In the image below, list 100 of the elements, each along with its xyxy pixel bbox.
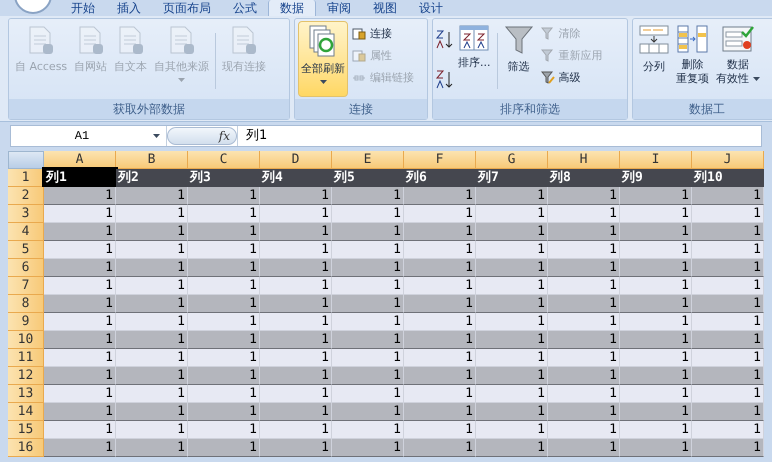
ribbon-tab[interactable]: 审阅 (316, 0, 362, 16)
table-cell: 1 (116, 241, 188, 259)
table-cell: 1 (620, 223, 692, 241)
table-cell: 1 (548, 421, 620, 439)
table-cell: 1 (476, 259, 548, 277)
row-header[interactable]: 9 (8, 313, 44, 331)
ribbon-button[interactable]: 连接 (349, 23, 417, 45)
ribbon-button[interactable]: 删除 重复项 (673, 21, 712, 97)
ribbon-button[interactable]: 高级 (538, 67, 606, 89)
ribbon-button[interactable]: 分列 (636, 21, 672, 97)
table-cell: 1 (692, 205, 764, 223)
table-cell: 列10 (692, 169, 764, 187)
row-header[interactable]: 14 (8, 403, 44, 421)
table-cell: 1 (188, 403, 260, 421)
table-cell: 1 (620, 241, 692, 259)
sort-descending-icon[interactable] (436, 69, 454, 89)
table-cell: 1 (548, 367, 620, 385)
row-header[interactable]: 8 (8, 295, 44, 313)
column-header[interactable]: I (620, 151, 692, 169)
table-cell: 1 (44, 187, 116, 205)
table-cell: 1 (476, 385, 548, 403)
table-cell: 1 (260, 295, 332, 313)
table-cell: 1 (620, 187, 692, 205)
table-cell: 1 (260, 421, 332, 439)
row-header[interactable]: 5 (8, 241, 44, 259)
insert-function-button[interactable]: fx (218, 127, 230, 145)
ribbon-tab[interactable]: 设计 (408, 0, 454, 16)
table-cell: 1 (404, 241, 476, 259)
ribbon-tab[interactable]: 页面布局 (152, 0, 222, 16)
row-header[interactable]: 13 (8, 385, 44, 403)
column-header[interactable]: H (548, 151, 620, 169)
row-header[interactable]: 15 (8, 421, 44, 439)
table-cell: 1 (44, 313, 116, 331)
table-cell: 1 (476, 421, 548, 439)
row-header[interactable]: 7 (8, 277, 44, 295)
table-cell: 1 (692, 277, 764, 295)
sort-ascending-icon[interactable] (436, 29, 454, 49)
table-cell: 1 (260, 439, 332, 457)
table-cell: 1 (116, 295, 188, 313)
ribbon-tab[interactable]: 公式 (222, 0, 268, 16)
table-cell: 1 (404, 277, 476, 295)
group-title: 连接 (349, 101, 373, 118)
formula-input[interactable]: 列1 (237, 126, 761, 146)
row-header[interactable]: 4 (8, 223, 44, 241)
funnel-pencil-icon (540, 71, 554, 85)
column-header[interactable]: E (332, 151, 404, 169)
caret-icon (753, 77, 760, 81)
ribbon-tab[interactable]: 数据 (268, 0, 316, 16)
table-cell: 1 (476, 295, 548, 313)
ribbon-button[interactable]: 全部刷新 (298, 21, 348, 97)
table-cell: 1 (44, 439, 116, 457)
table-cell: 1 (404, 259, 476, 277)
name-box[interactable]: A1 (11, 126, 167, 146)
table-cell: 1 (620, 259, 692, 277)
table-cell: 1 (44, 421, 116, 439)
ribbon-tab[interactable]: 插入 (106, 0, 152, 16)
row-header[interactable]: 11 (8, 349, 44, 367)
table-cell: 列8 (548, 169, 620, 187)
table-cell: 1 (476, 331, 548, 349)
table-cell: 1 (692, 187, 764, 205)
table-cell: 1 (476, 277, 548, 295)
table-cell: 1 (404, 439, 476, 457)
table-cell: 1 (620, 277, 692, 295)
table-cell: 列7 (476, 169, 548, 187)
table-cell: 1 (260, 349, 332, 367)
table-cell: 1 (332, 313, 404, 331)
table-cell: 1 (548, 205, 620, 223)
column-header[interactable]: J (692, 151, 764, 169)
table-cell: 1 (548, 259, 620, 277)
ribbon-button[interactable]: 数据 有效性 (713, 21, 763, 97)
ribbon-button[interactable]: 排序... (455, 21, 494, 97)
column-header[interactable]: F (404, 151, 476, 169)
row-header[interactable]: 6 (8, 259, 44, 277)
table-cell: 1 (260, 331, 332, 349)
table-cell: 1 (188, 187, 260, 205)
row-header[interactable]: 10 (8, 331, 44, 349)
table-cell: 1 (260, 367, 332, 385)
row-header[interactable]: 12 (8, 367, 44, 385)
column-header[interactable]: G (476, 151, 548, 169)
row-header[interactable]: 3 (8, 205, 44, 223)
column-header[interactable]: C (188, 151, 260, 169)
column-header[interactable]: D (260, 151, 332, 169)
ribbon-tab[interactable]: 视图 (362, 0, 408, 16)
row-header[interactable]: 1 (8, 169, 44, 187)
column-header[interactable]: B (116, 151, 188, 169)
table-cell: 1 (620, 403, 692, 421)
table-cell: 1 (692, 313, 764, 331)
table-cell: 1 (188, 205, 260, 223)
funnel-reapply-icon (540, 49, 554, 63)
table-cell: 1 (404, 349, 476, 367)
table-cell: 1 (116, 403, 188, 421)
row-header[interactable]: 16 (8, 439, 44, 457)
ribbon-button[interactable]: 筛选 (500, 21, 536, 97)
ribbon-tab[interactable]: 开始 (60, 0, 106, 16)
sort-icon (459, 24, 490, 52)
table-cell: 1 (620, 205, 692, 223)
table-cell: 列1 (44, 169, 116, 187)
table-cell: 1 (620, 295, 692, 313)
table-cell: 1 (188, 241, 260, 259)
row-header[interactable]: 2 (8, 187, 44, 205)
